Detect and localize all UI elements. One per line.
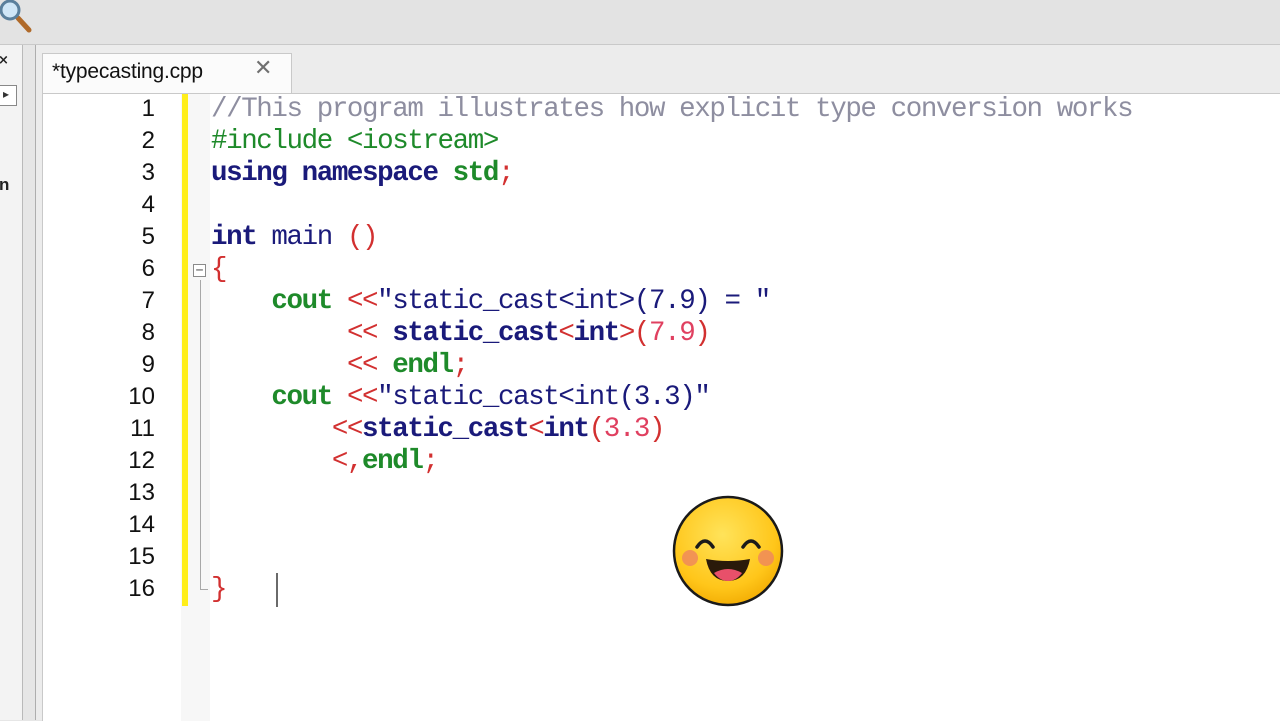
code-editor[interactable]: 1 2 3 4 5 6 7 8 9 10 11 12 13 14 15 16 −…	[42, 93, 1280, 721]
cout: cout	[211, 286, 347, 317]
line-number: 3	[141, 159, 155, 186]
code-line-11: <<static_cast<int(3.3)	[211, 414, 666, 446]
function-name: main	[256, 222, 347, 253]
number-literal: 7.9	[649, 318, 696, 349]
line-number: 13	[128, 479, 155, 506]
fold-guide-end	[200, 589, 208, 590]
line-number-gutter: 1 2 3 4 5 6 7 8 9 10 11 12 13 14 15 16	[43, 94, 181, 721]
line-number: 16	[128, 575, 155, 602]
code-line-3: using namespace std;	[211, 158, 515, 190]
type-int: int	[211, 222, 258, 253]
type-int: int	[543, 414, 590, 445]
line-number: 7	[141, 287, 155, 314]
arrow-right-icon: ▸	[3, 87, 10, 101]
text-cursor	[276, 573, 278, 607]
static-cast: static_cast	[362, 414, 530, 445]
code-line-2: #include <iostream>	[211, 126, 499, 158]
parentheses: ()	[346, 222, 379, 253]
line-number: 12	[128, 447, 155, 474]
line-number: 10	[128, 383, 155, 410]
code-line-8: << static_cast<int>(7.9)	[211, 318, 711, 350]
static-cast: static_cast	[392, 318, 560, 349]
code-line-1: //This program illustrates how explicit …	[211, 94, 1134, 126]
panel-gap	[23, 45, 35, 720]
angle-open: <	[558, 318, 575, 349]
fold-collapse-icon[interactable]: −	[193, 264, 206, 277]
code-line-7: cout <<"static_cast<int>(7.9) = "	[211, 286, 771, 318]
close-brace: }	[211, 574, 228, 605]
include-header: <iostream>	[331, 126, 499, 157]
code-line-6: {	[211, 254, 228, 286]
type-int: int	[573, 318, 621, 349]
close-icon[interactable]: ×	[0, 53, 9, 68]
code-line-9: << endl;	[211, 350, 470, 382]
number-literal: 3.3	[603, 414, 651, 445]
line-number: 9	[141, 351, 155, 378]
line-number: 15	[128, 543, 155, 570]
comment: //This program illustrates how explicit …	[211, 94, 1134, 125]
line-number: 4	[141, 191, 155, 218]
semicolon: ;	[452, 350, 470, 381]
tab-typecasting-cpp[interactable]: *typecasting.cpp ✕	[42, 53, 292, 94]
line-number: 6	[141, 255, 155, 282]
code-line-16: }	[211, 574, 228, 606]
paren-open: (	[588, 414, 606, 445]
side-panel-partial-label: n	[0, 175, 10, 194]
stream-operator: <<	[331, 414, 364, 445]
preprocessor-directive: #include	[211, 126, 333, 157]
keyword-using: using	[211, 158, 288, 189]
semicolon: ;	[497, 158, 515, 189]
line-number: 8	[141, 319, 155, 346]
endl: endl	[392, 350, 454, 381]
tab-title: *typecasting.cpp	[52, 60, 203, 83]
semicolon: ;	[422, 446, 439, 477]
stream-operator: <<	[346, 286, 379, 317]
keyword-namespace: namespace	[286, 158, 439, 189]
line-number: 14	[128, 511, 155, 538]
paren-close: )	[649, 414, 666, 445]
code-line-12: <,endl;	[211, 446, 439, 478]
open-brace: {	[211, 254, 228, 285]
angle-open: <	[528, 414, 545, 445]
code-line-10: cout <<"static_cast<int(3.3)"	[211, 382, 711, 414]
stream-operator: <<	[346, 318, 393, 349]
code-area[interactable]: //This program illustrates how explicit …	[211, 94, 1280, 721]
tab-close-icon[interactable]: ✕	[254, 56, 272, 81]
paren-close: )	[694, 318, 711, 349]
modified-lines-marker	[182, 94, 188, 606]
search-tool-button[interactable]	[0, 0, 34, 36]
paren-open: (	[633, 318, 651, 349]
line-number: 11	[130, 415, 155, 442]
smiley-face-icon	[672, 495, 784, 607]
code-line-5: int main ()	[211, 222, 379, 254]
namespace-std: std	[437, 158, 500, 189]
endl: endl	[362, 446, 424, 477]
line-number: 1	[141, 95, 155, 122]
fold-guide-line	[200, 280, 201, 590]
angle-close: >	[618, 318, 636, 349]
stream-operator: <<	[346, 382, 379, 413]
operator-less: <	[331, 446, 349, 477]
project-side-panel: × ▸ n	[0, 45, 23, 720]
line-number: 5	[141, 223, 155, 250]
line-number: 2	[141, 127, 155, 154]
toolbar	[0, 0, 1280, 45]
string-literal: "static_cast<int>(7.9) = "	[377, 286, 771, 317]
string-literal: "static_cast<int(3.3)"	[377, 382, 711, 413]
cout: cout	[211, 382, 347, 413]
comma: ,	[346, 446, 364, 477]
side-panel-button[interactable]: ▸	[0, 85, 17, 106]
stream-operator: <<	[346, 350, 393, 381]
magnifier-icon	[0, 0, 32, 33]
